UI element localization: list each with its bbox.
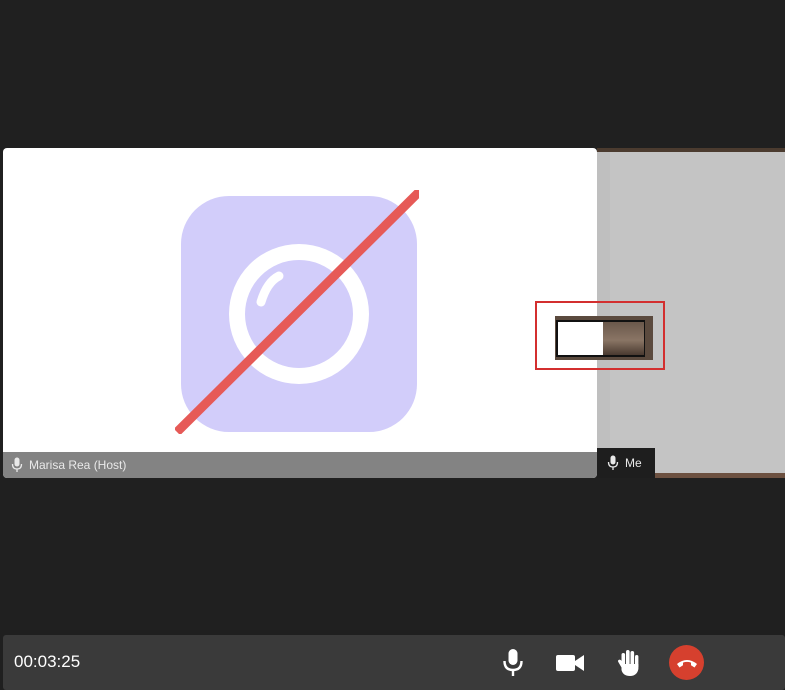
self-view-thumbnail[interactable]	[555, 316, 653, 360]
video-edge-bottom	[655, 473, 785, 478]
raise-hand-button[interactable]	[613, 647, 645, 679]
camera-button[interactable]	[554, 647, 586, 679]
microphone-button[interactable]	[497, 647, 529, 679]
video-stage: Marisa Rea (Host) Me	[0, 0, 785, 630]
end-call-button[interactable]	[669, 645, 704, 680]
participant-name: Marisa Rea (Host)	[29, 458, 127, 472]
participant-name: Me	[625, 456, 642, 470]
video-camera-icon	[556, 655, 584, 671]
thumbnail-selection-box	[556, 320, 645, 357]
participant-name-bar-me: Me	[597, 448, 655, 478]
participant-tile-host[interactable]: Marisa Rea (Host)	[3, 148, 597, 478]
call-control-bar: 00:03:25	[3, 635, 785, 690]
microphone-icon	[11, 457, 23, 472]
microphone-icon	[607, 455, 619, 470]
call-timer: 00:03:25	[14, 652, 81, 671]
hand-icon	[617, 650, 639, 676]
thumbnail-video	[602, 322, 644, 355]
participant-name-bar: Marisa Rea (Host)	[3, 452, 597, 478]
microphone-icon	[503, 649, 523, 676]
camera-off-icon	[175, 190, 419, 434]
phone-hangup-icon	[676, 659, 697, 667]
thumbnail-blank-area	[558, 322, 602, 355]
